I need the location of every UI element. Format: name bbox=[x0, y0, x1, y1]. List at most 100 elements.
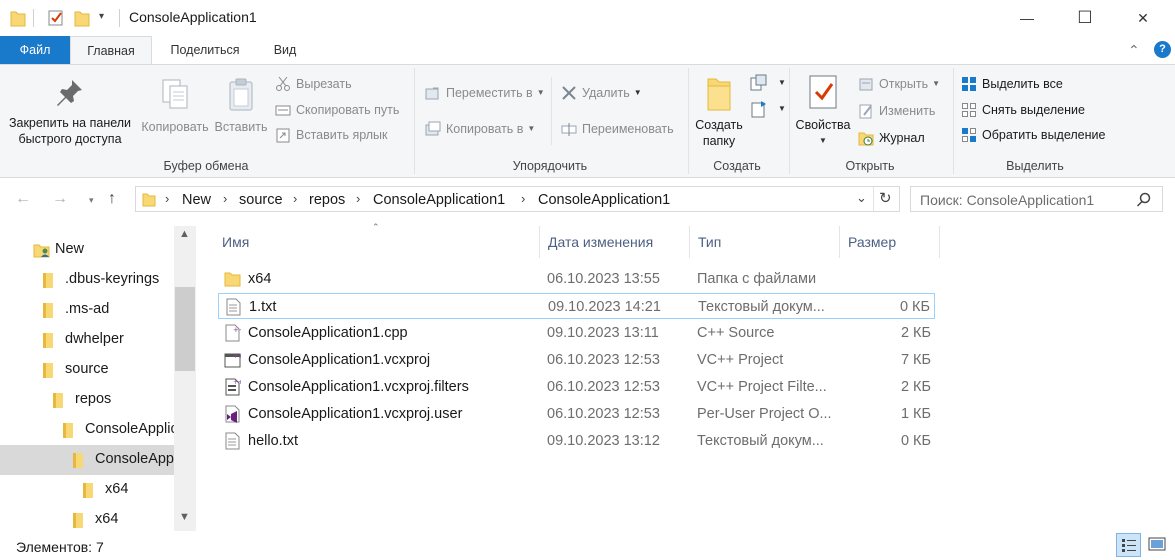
customize-quick-access-icon[interactable]: ▾ bbox=[99, 11, 104, 29]
tree-item-label: .dbus-keyrings bbox=[65, 271, 160, 287]
tree-item-ms-ad[interactable]: .ms-ad bbox=[0, 295, 174, 325]
chevron-down-icon[interactable]: ▼ bbox=[179, 511, 190, 523]
new-folder-button[interactable]: Создать папку bbox=[692, 75, 746, 149]
tree-item-dbus-keyrings[interactable]: .dbus-keyrings bbox=[0, 265, 174, 295]
maximize-button[interactable]: ☐ bbox=[1056, 0, 1114, 36]
breadcrumb-new[interactable]: New bbox=[182, 192, 211, 208]
address-bar[interactable]: › New › source › repos › ConsoleApplicat… bbox=[135, 186, 900, 212]
new-item-icon bbox=[749, 73, 769, 93]
folder-icon bbox=[43, 273, 53, 288]
column-header-size[interactable]: Размер bbox=[840, 226, 939, 258]
divider bbox=[33, 9, 34, 27]
easy-access-button[interactable]: ▼ bbox=[749, 99, 786, 119]
move-to-icon bbox=[425, 85, 441, 101]
close-button[interactable]: ✕ bbox=[1114, 0, 1172, 36]
tree-item-x64-nested[interactable]: x64 bbox=[0, 475, 174, 505]
folder-icon bbox=[53, 393, 63, 408]
pin-quick-access-button[interactable]: Закрепить на панели быстрого доступа bbox=[4, 77, 136, 147]
file-name: ConsoleApplication1.vcxproj.user bbox=[248, 406, 463, 422]
column-header-type[interactable]: Тип bbox=[690, 226, 839, 258]
chevron-right-icon[interactable]: › bbox=[223, 191, 227, 206]
back-arrow-icon[interactable]: ← bbox=[15, 190, 31, 208]
file-row[interactable]: ConsoleApplication1.vcxproj.user 06.10.2… bbox=[218, 401, 935, 427]
tree-item-new[interactable]: New bbox=[0, 235, 174, 265]
tree-item-label: .ms-ad bbox=[65, 301, 110, 317]
delete-icon bbox=[561, 85, 577, 101]
move-to-button[interactable]: Переместить в ▼ bbox=[425, 85, 545, 101]
invert-selection-button[interactable]: Обратить выделение bbox=[961, 127, 1105, 143]
new-item-button[interactable]: ▼ bbox=[749, 73, 786, 93]
file-row[interactable]: 1.txt 09.10.2023 14:21 Текстовый докум..… bbox=[218, 293, 935, 319]
tab-share[interactable]: Поделиться bbox=[160, 36, 250, 64]
tree-item-x64[interactable]: x64 bbox=[0, 505, 174, 531]
paste-shortcut-button[interactable]: Вставить ярлык bbox=[275, 127, 388, 143]
collapse-ribbon-icon[interactable]: ⌃ bbox=[1128, 42, 1140, 59]
breadcrumb-console-app[interactable]: ConsoleApplication1 bbox=[373, 192, 505, 208]
properties-check-icon[interactable] bbox=[47, 9, 65, 27]
address-dropdown-icon[interactable]: ⌄ bbox=[856, 190, 867, 206]
tab-view[interactable]: Вид bbox=[262, 36, 308, 64]
breadcrumb-source[interactable]: source bbox=[239, 192, 283, 208]
search-input[interactable]: Поиск: ConsoleApplication1 bbox=[920, 192, 1094, 208]
tree-item-repos[interactable]: repos bbox=[0, 385, 174, 415]
recent-locations-icon[interactable]: ▾ bbox=[89, 195, 94, 206]
paste-button[interactable]: Вставить bbox=[212, 77, 270, 135]
tree-item-dwhelper[interactable]: dwhelper bbox=[0, 325, 174, 355]
minimize-button[interactable]: — bbox=[998, 0, 1056, 36]
new-folder-label-2: папку bbox=[702, 134, 736, 148]
history-button[interactable]: Журнал bbox=[858, 130, 925, 146]
window-title: ConsoleApplication1 bbox=[129, 9, 257, 25]
properties-button[interactable]: Свойства ▼ bbox=[792, 73, 854, 149]
search-box[interactable]: Поиск: ConsoleApplication1 bbox=[910, 186, 1163, 212]
chevron-right-icon[interactable]: › bbox=[356, 191, 360, 206]
tab-file[interactable]: Файл bbox=[0, 36, 70, 64]
help-icon[interactable]: ? bbox=[1154, 41, 1171, 58]
copy-to-button[interactable]: Копировать в ▼ bbox=[425, 121, 535, 137]
breadcrumb-console-app-current[interactable]: ConsoleApplication1 bbox=[538, 192, 670, 208]
svg-text:++: ++ bbox=[233, 379, 241, 386]
refresh-icon[interactable]: ↻ bbox=[879, 189, 892, 207]
copy-button[interactable]: Копировать bbox=[138, 77, 212, 135]
chevron-right-icon[interactable]: › bbox=[521, 191, 525, 206]
filters-file-icon: ++ bbox=[225, 378, 241, 396]
forward-arrow-icon[interactable]: → bbox=[52, 190, 68, 208]
tab-home[interactable]: Главная bbox=[70, 36, 152, 65]
file-date: 06.10.2023 12:53 bbox=[547, 406, 660, 422]
file-size: 0 КБ bbox=[899, 299, 930, 315]
details-view-button[interactable] bbox=[1116, 533, 1141, 557]
column-label: Имя bbox=[222, 234, 250, 250]
file-row[interactable]: ++ ConsoleApplication1.cpp 09.10.2023 13… bbox=[218, 320, 935, 346]
large-icons-view-button[interactable] bbox=[1145, 533, 1170, 557]
file-row[interactable]: x64 06.10.2023 13:55 Папка с файлами bbox=[218, 266, 935, 292]
cut-button[interactable]: Вырезать bbox=[275, 76, 352, 92]
scrollbar-thumb[interactable] bbox=[175, 287, 195, 371]
tree-item-source[interactable]: source bbox=[0, 355, 174, 385]
properties-label: Свойства bbox=[795, 118, 851, 132]
tree-item-console-app[interactable]: ConsoleApplication1 bbox=[0, 415, 174, 445]
open-button[interactable]: Открыть ▼ bbox=[858, 76, 940, 92]
tree-scrollbar[interactable]: ▲ ▼ bbox=[174, 226, 196, 531]
breadcrumb-repos[interactable]: repos bbox=[309, 192, 345, 208]
column-header-name[interactable]: Имя bbox=[214, 226, 539, 258]
folder-icon bbox=[73, 453, 83, 468]
column-header-date[interactable]: Дата изменения bbox=[540, 226, 689, 258]
search-icon[interactable] bbox=[1136, 192, 1152, 208]
edit-icon bbox=[858, 103, 874, 119]
chevron-right-icon[interactable]: › bbox=[293, 191, 297, 206]
file-row[interactable]: ++ ConsoleApplication1.vcxproj 06.10.202… bbox=[218, 347, 935, 373]
file-row[interactable]: ++ ConsoleApplication1.vcxproj.filters 0… bbox=[218, 374, 935, 400]
select-none-button[interactable]: Снять выделение bbox=[961, 102, 1085, 118]
tree-item-console-app-selected[interactable]: ConsoleApplication1 bbox=[0, 445, 174, 475]
new-folder-quick-icon[interactable] bbox=[74, 9, 90, 27]
file-date: 09.10.2023 14:21 bbox=[548, 299, 661, 315]
edit-button[interactable]: Изменить bbox=[858, 103, 935, 119]
up-arrow-icon[interactable]: ↑ bbox=[108, 190, 116, 208]
copy-path-button[interactable]: Скопировать путь bbox=[275, 102, 399, 118]
select-all-button[interactable]: Выделить все bbox=[961, 76, 1063, 92]
file-row[interactable]: hello.txt 09.10.2023 13:12 Текстовый док… bbox=[218, 428, 935, 454]
rename-button[interactable]: Переименовать bbox=[561, 121, 674, 137]
divider[interactable] bbox=[939, 226, 940, 258]
chevron-up-icon[interactable]: ▲ bbox=[179, 228, 190, 240]
delete-button[interactable]: Удалить ▼ bbox=[561, 85, 642, 101]
ribbon: Закрепить на панели быстрого доступа Коп… bbox=[0, 64, 1175, 178]
